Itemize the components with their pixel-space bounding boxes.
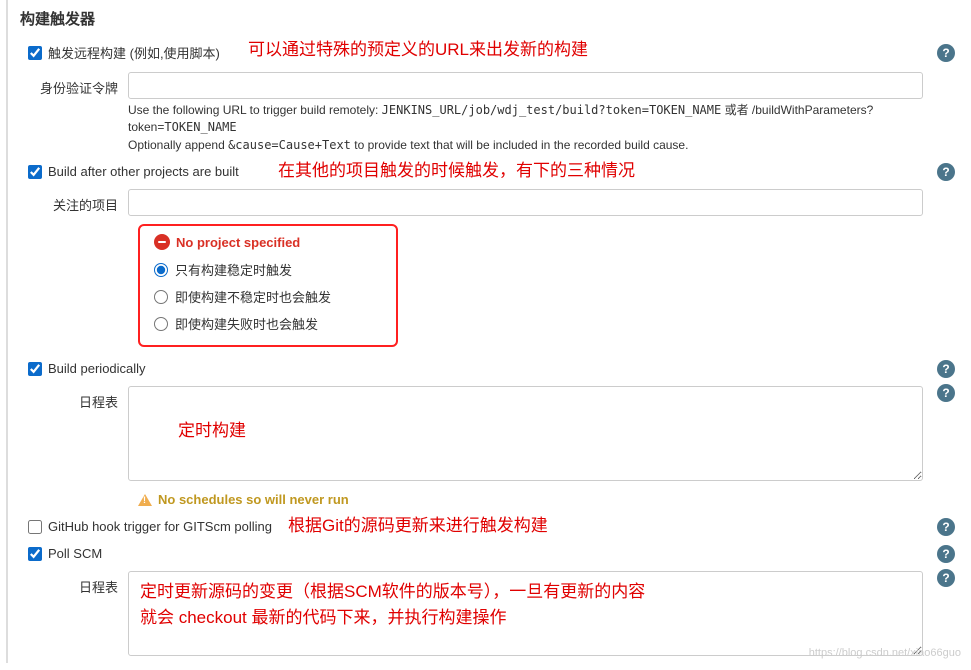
help-icon[interactable]: ? (937, 163, 955, 181)
trigger-remote-checkbox[interactable] (28, 46, 42, 60)
error-icon (154, 234, 170, 250)
warning-text: No schedules so will never run (158, 492, 349, 507)
github-hook-checkbox[interactable] (28, 520, 42, 534)
trigger-remote-label: 触发远程构建 (例如,使用脚本) (48, 43, 220, 62)
radio-stable[interactable] (154, 263, 168, 277)
watch-projects-label: 关注的项目 (28, 189, 128, 214)
token-label: 身份验证令牌 (28, 72, 128, 97)
annotation-github: 根据Git的源码更新来进行触发构建 (288, 511, 548, 536)
watch-projects-input[interactable] (128, 189, 923, 216)
poll-scm-checkbox[interactable] (28, 547, 42, 561)
annotation-remote: 可以通过特殊的预定义的URL来出发新的构建 (248, 35, 588, 60)
schedule-label-scm: 日程表 (28, 571, 128, 596)
warning-icon (138, 494, 152, 506)
trigger-condition-box: No project specified 只有构建稳定时触发 即使构建不稳定时也… (138, 224, 398, 347)
schedule-textarea-periodic[interactable] (128, 386, 923, 481)
error-text: No project specified (176, 235, 300, 250)
radio-unstable-label: 即使构建不稳定时也会触发 (175, 287, 331, 306)
help-icon[interactable]: ? (937, 518, 955, 536)
github-hook-label: GitHub hook trigger for GITScm polling (48, 519, 272, 534)
build-after-checkbox[interactable] (28, 165, 42, 179)
build-periodically-checkbox[interactable] (28, 362, 42, 376)
radio-unstable[interactable] (154, 290, 168, 304)
radio-stable-label: 只有构建稳定时触发 (175, 260, 292, 279)
annotation-after-build: 在其他的项目触发的时候触发，有下的三种情况 (278, 156, 635, 181)
schedule-label-periodic: 日程表 (28, 386, 128, 411)
radio-failed-label: 即使构建失败时也会触发 (175, 314, 318, 333)
radio-failed[interactable] (154, 317, 168, 331)
section-title: 构建触发器 (8, 0, 971, 37)
help-icon[interactable]: ? (937, 545, 955, 563)
poll-scm-label: Poll SCM (48, 546, 102, 561)
token-input[interactable] (128, 72, 923, 99)
build-periodically-label: Build periodically (48, 361, 146, 376)
help-icon[interactable]: ? (937, 44, 955, 62)
watermark: https://blog.csdn.net/xiao66guo (809, 647, 961, 659)
token-description: Use the following URL to trigger build r… (128, 99, 923, 154)
help-icon[interactable]: ? (937, 360, 955, 378)
schedule-textarea-scm[interactable] (128, 571, 923, 656)
build-after-label: Build after other projects are built (48, 164, 239, 179)
